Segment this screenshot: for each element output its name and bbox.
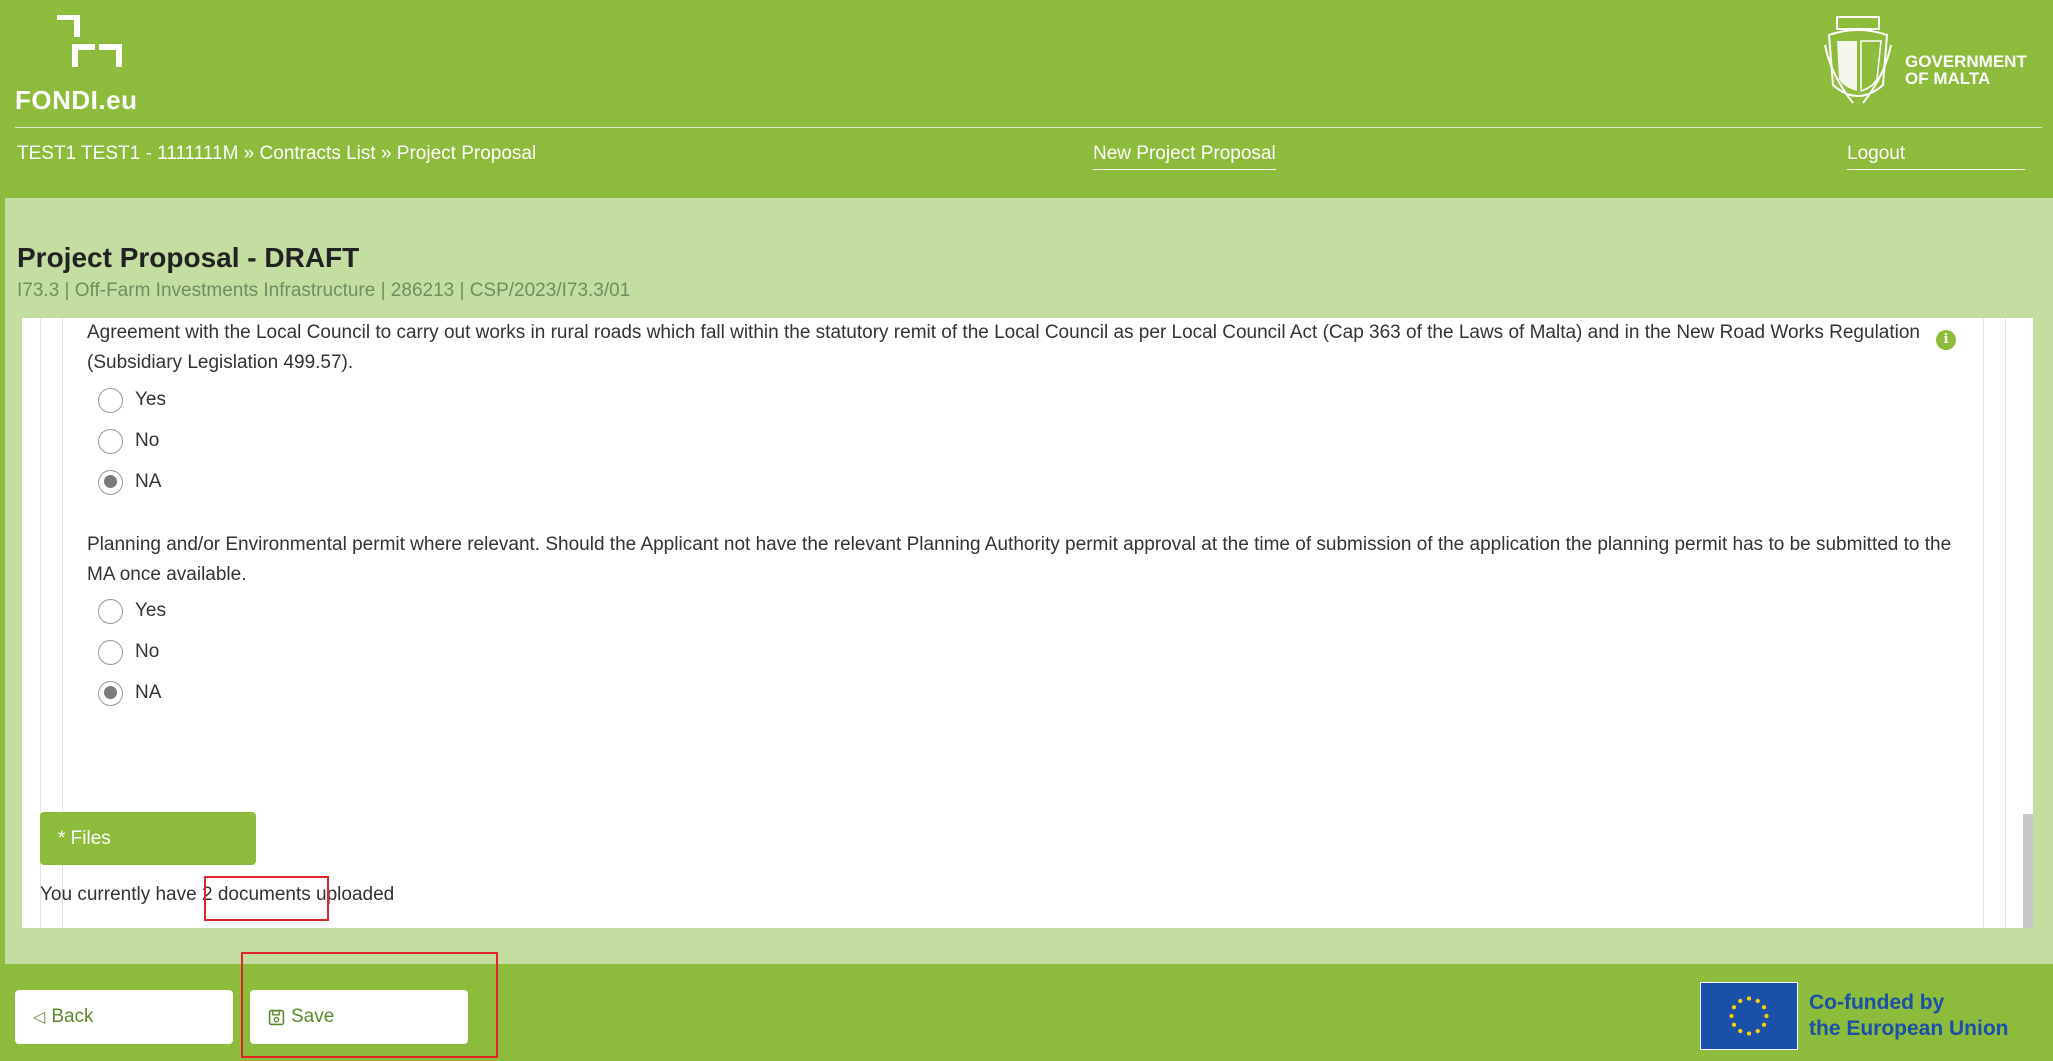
highlight-box-save [241,952,498,1058]
government-of-malta-logo: GOVERNMENT OF MALTA [1823,15,2043,115]
radio-option-no[interactable]: No [98,637,159,667]
back-button[interactable]: ◁ Back [15,990,233,1044]
header-divider [15,127,2042,128]
highlight-box-documents [204,876,329,921]
form-panel[interactable]: Agreement with the Local Council to carr… [22,318,2033,928]
eu-flag-icon [1700,982,1798,1050]
malta-crest-icon [1824,16,1892,104]
chevron-left-icon: ◁ [33,1009,46,1026]
radio-option-na[interactable]: NA [98,678,161,708]
info-icon[interactable]: i [1936,330,1956,350]
checklist-card [62,318,1984,928]
new-project-proposal-link[interactable]: New Project Proposal [1093,143,1276,170]
page-title: Project Proposal - DRAFT [17,242,360,273]
radio-option-yes[interactable]: Yes [98,596,166,626]
radio-button[interactable] [98,428,123,454]
header: FONDI.eu GOVERNMENT OF MALTA TEST1 TEST1… [5,0,2053,198]
radio-button[interactable] [98,387,123,413]
scrollbar[interactable] [2023,814,2033,928]
breadcrumb[interactable]: TEST1 TEST1 - 1111111M » Contracts List … [17,143,536,165]
fondi-logo[interactable]: FONDI.eu [15,15,145,115]
government-of-malta-text: GOVERNMENT OF MALTA [1905,52,2027,88]
radio-option-yes[interactable]: Yes [98,385,166,415]
radio-button[interactable] [98,639,123,665]
eu-cofunded-logo: Co-funded by the European Union [1700,982,2030,1052]
radio-button-selected[interactable] [98,469,123,495]
fondi-logo-mark-icon [57,15,122,67]
files-section-button[interactable]: * Files [40,812,256,865]
eu-cofunded-text: Co-funded by the European Union [1809,991,2009,1040]
radio-button[interactable] [98,598,123,624]
fondi-logo-text: FONDI.eu [15,85,138,115]
radio-option-no[interactable]: No [98,426,159,456]
question-planning-permit: Planning and/or Environmental permit whe… [87,534,1952,585]
question-local-council-agreement: Agreement with the Local Council to carr… [87,322,1920,373]
logout-link[interactable]: Logout [1847,143,2025,170]
radio-option-na[interactable]: NA [98,467,161,497]
radio-button-selected[interactable] [98,680,123,706]
page-subtitle: I73.3 | Off-Farm Investments Infrastruct… [17,280,631,301]
